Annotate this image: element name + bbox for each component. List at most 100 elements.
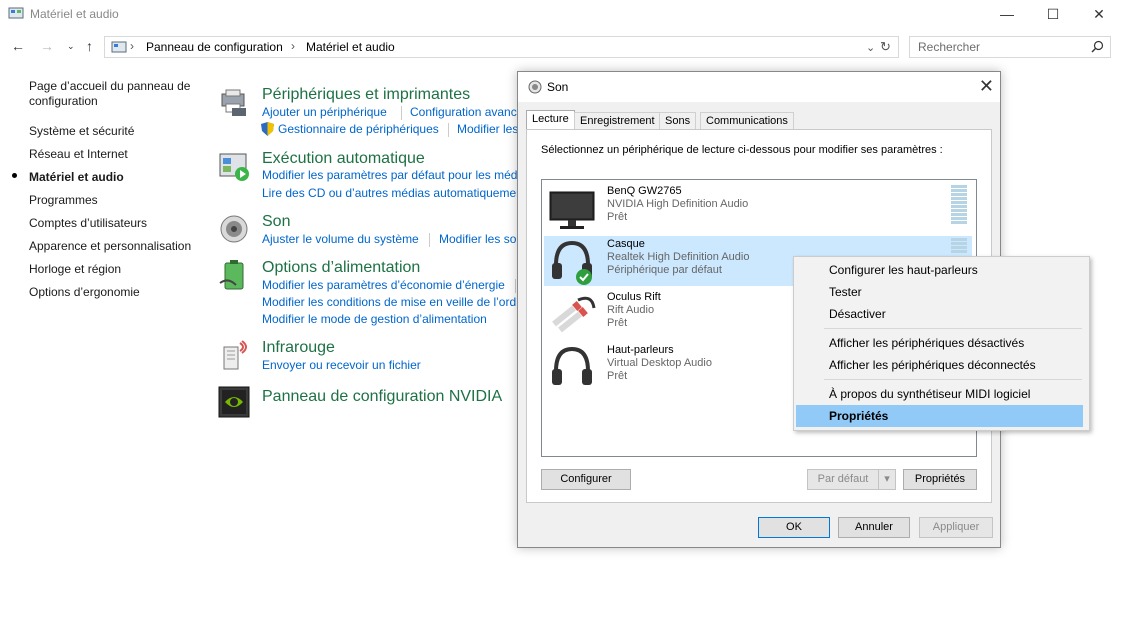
device-driver: Rift Audio <box>607 304 655 316</box>
volume-meter <box>951 185 967 225</box>
nav-programs[interactable]: Programmes <box>29 193 98 207</box>
breadcrumb[interactable]: › Panneau de configuration › Matériel et… <box>104 36 899 58</box>
menu-item-about-midi[interactable]: À propos du synthétiseur MIDI logiciel <box>796 383 1083 405</box>
set-default-button[interactable]: Par défaut <box>807 469 879 490</box>
up-arrow-icon[interactable]: ↑ <box>86 38 93 54</box>
nav-network-internet[interactable]: Réseau et Internet <box>29 147 128 161</box>
nav-system-security[interactable]: Système et sécurité <box>29 124 134 138</box>
maximize-button[interactable]: ☐ <box>1030 0 1076 28</box>
device-manager-link[interactable]: Gestionnaire de périphériques <box>278 122 439 136</box>
menu-item-test[interactable]: Tester <box>796 281 1083 303</box>
dropdown-arrow-icon: ▾ <box>884 473 890 485</box>
device-status: Prêt <box>607 317 628 329</box>
link-separator <box>515 279 516 293</box>
nav-user-accounts[interactable]: Comptes d’utilisateurs <box>29 216 147 230</box>
category-title[interactable]: Infrarouge <box>262 339 335 357</box>
instruction-text: Sélectionnez un périphérique de lecture … <box>541 144 943 156</box>
autoplay-defaults-link[interactable]: Modifier les paramètres par défaut pour … <box>262 168 520 182</box>
close-window-button[interactable]: ✕ <box>1076 0 1122 28</box>
send-receive-file-link[interactable]: Envoyer ou recevoir un fichier <box>262 358 421 372</box>
minimize-button[interactable]: — <box>984 0 1030 28</box>
recent-dropdown-icon[interactable]: ⌄ <box>67 41 75 52</box>
advanced-config-link[interactable]: Configuration avancée <box>410 105 530 119</box>
sleep-conditions-link[interactable]: Modifier les conditions de mise en veill… <box>262 295 516 309</box>
refresh-icon[interactable]: ↻ <box>880 39 891 55</box>
category-title[interactable]: Options d’alimentation <box>262 259 420 277</box>
tab-sounds[interactable]: Sons <box>659 112 697 130</box>
list-item[interactable]: BenQ GW2765 NVIDIA High Definition Audio… <box>544 183 972 233</box>
control-panel-small-icon <box>111 41 127 53</box>
tab-playback[interactable]: Lecture <box>526 110 575 131</box>
configure-button[interactable]: Configurer <box>541 469 631 490</box>
modify-sounds-link[interactable]: Modifier les so <box>439 232 516 246</box>
search-input[interactable]: Rechercher <box>909 36 1111 58</box>
category-title[interactable]: Son <box>262 213 290 231</box>
tab-recording[interactable]: Enregistrement <box>574 112 661 130</box>
search-placeholder: Rechercher <box>918 40 981 54</box>
menu-item-show-disabled[interactable]: Afficher les périphériques désactivés <box>796 332 1083 354</box>
minimize-icon: — <box>1000 6 1014 22</box>
headphones-icon <box>552 346 592 385</box>
forward-arrow-icon[interactable]: → <box>40 38 54 54</box>
device-name: Haut-parleurs <box>607 344 674 356</box>
power-settings-link[interactable]: Modifier les paramètres d’économie d’éne… <box>262 278 505 292</box>
autoplay-cds-link[interactable]: Lire des CD ou d’autres médias automatiq… <box>262 186 520 200</box>
speaker-small-icon <box>528 80 542 94</box>
window-title: Matériel et audio <box>30 7 119 21</box>
breadcrumb-chevron-icon: › <box>291 39 295 53</box>
category-title[interactable]: Panneau de configuration NVIDIA <box>262 388 502 406</box>
tab-communications[interactable]: Communications <box>700 112 794 130</box>
menu-separator <box>824 379 1082 380</box>
menu-item-configure-speakers[interactable]: Configurer les haut-parleurs <box>796 259 1083 281</box>
apply-button[interactable]: Appliquer <box>919 517 993 538</box>
set-default-dropdown[interactable]: ▾ <box>878 469 896 490</box>
dialog-titlebar: Son ✕ <box>518 72 1000 102</box>
ok-button[interactable]: OK <box>758 517 830 538</box>
nav-control-panel-home-line2[interactable]: configuration <box>29 94 98 108</box>
audio-cable-icon <box>552 296 596 333</box>
autoplay-icon <box>219 153 249 181</box>
breadcrumb-chevron-icon: › <box>130 39 134 53</box>
address-bar: ← → ⌄ ↑ › Panneau de configuration › Mat… <box>0 34 1122 58</box>
device-properties-button[interactable]: Propriétés <box>903 469 977 490</box>
device-driver: Virtual Desktop Audio <box>607 357 712 369</box>
control-panel-icon <box>8 7 24 19</box>
category-title[interactable]: Exécution automatique <box>262 150 425 168</box>
modify-link[interactable]: Modifier les <box>457 122 518 136</box>
nav-appearance[interactable]: Apparence et personnalisation <box>29 239 191 253</box>
shield-icon <box>261 122 274 136</box>
menu-item-properties[interactable]: Propriétés <box>796 405 1083 427</box>
cancel-button[interactable]: Annuler <box>838 517 910 538</box>
nvidia-icon <box>218 386 250 418</box>
menu-item-show-disconnected[interactable]: Afficher les périphériques déconnectés <box>796 354 1083 376</box>
device-status: Prêt <box>607 211 628 223</box>
breadcrumb-control-panel[interactable]: Panneau de configuration <box>146 40 283 54</box>
link-separator <box>448 123 449 137</box>
device-driver: Realtek High Definition Audio <box>607 251 750 263</box>
add-device-link[interactable]: Ajouter un périphérique <box>262 105 387 119</box>
volume-meter <box>951 238 967 254</box>
nav-clock-region[interactable]: Horloge et région <box>29 262 121 276</box>
menu-item-disable[interactable]: Désactiver <box>796 303 1083 325</box>
back-arrow-icon[interactable]: ← <box>11 38 25 54</box>
monitor-icon <box>549 191 595 229</box>
device-context-menu: Configurer les haut-parleurs Tester Désa… <box>793 256 1090 431</box>
close-icon[interactable]: ✕ <box>979 76 994 97</box>
maximize-icon: ☐ <box>1046 5 1060 22</box>
dialog-title: Son <box>547 80 569 94</box>
category-title[interactable]: Périphériques et imprimantes <box>262 86 470 104</box>
search-icon <box>1091 40 1104 53</box>
device-name: Casque <box>607 238 645 250</box>
nav-hardware-sound[interactable]: Matériel et audio <box>29 170 124 184</box>
current-page-bullet <box>12 173 17 178</box>
nav-ease-of-access[interactable]: Options d’ergonomie <box>29 285 140 299</box>
power-mode-link[interactable]: Modifier le mode de gestion d’alimentati… <box>262 312 487 326</box>
link-separator <box>429 233 430 247</box>
printer-icon <box>221 89 246 116</box>
address-dropdown-icon[interactable]: ⌄ <box>866 41 875 54</box>
breadcrumb-hardware-sound[interactable]: Matériel et audio <box>306 40 395 54</box>
nav-control-panel-home[interactable]: Page d’accueil du panneau de <box>29 79 190 93</box>
adjust-volume-link[interactable]: Ajuster le volume du système <box>262 232 419 246</box>
device-status: Prêt <box>607 370 628 382</box>
headphones-icon <box>552 240 592 285</box>
